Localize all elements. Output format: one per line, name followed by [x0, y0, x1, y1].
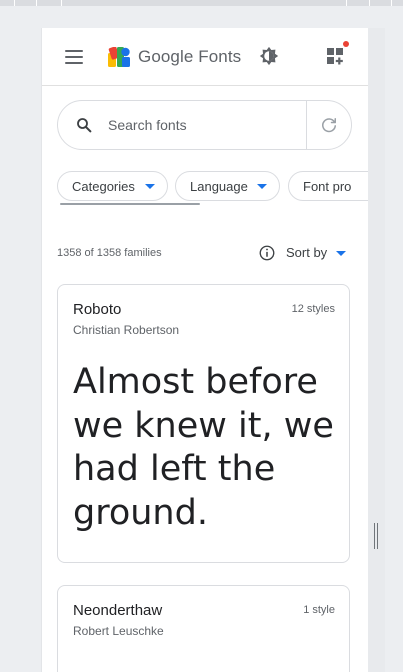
- filter-chips: Categories Language Font pro: [57, 171, 368, 203]
- chip-font-properties[interactable]: Font pro: [288, 171, 368, 201]
- search-input[interactable]: [108, 114, 288, 136]
- font-card[interactable]: Neonderthaw Robert Leuschke 1 style: [57, 585, 350, 672]
- refresh-icon[interactable]: [319, 115, 339, 135]
- font-card[interactable]: Roboto Christian Robertson 12 styles Alm…: [57, 284, 350, 563]
- strip-tick: [14, 0, 15, 6]
- strip-tick: [369, 0, 370, 6]
- font-styles-count: 1 style: [303, 604, 335, 616]
- brand-wordmark[interactable]: Google Fonts: [138, 47, 241, 67]
- search-divider: [306, 101, 307, 149]
- search-bar: [57, 100, 352, 150]
- chip-label: Language: [190, 179, 248, 194]
- font-styles-count: 12 styles: [291, 303, 335, 315]
- font-author: Robert Leuschke: [73, 624, 164, 638]
- strip-tick: [61, 0, 62, 6]
- results-count: 1358 of 1358 families: [57, 247, 162, 259]
- apps-grid-icon[interactable]: [324, 45, 348, 69]
- chip-categories[interactable]: Categories: [57, 171, 168, 201]
- page-viewport: Google Fonts Cate: [41, 28, 368, 672]
- font-name: Neonderthaw: [73, 602, 163, 619]
- strip-tick: [391, 0, 392, 6]
- info-icon[interactable]: [258, 244, 276, 262]
- resize-handle[interactable]: [373, 523, 379, 549]
- chevron-down-icon: [257, 184, 267, 189]
- font-sample-text: Almost before we knew it, we had left th…: [73, 362, 334, 533]
- strip-tick: [36, 0, 37, 6]
- brightness-icon[interactable]: [258, 45, 280, 67]
- strip-tick: [346, 0, 347, 6]
- font-author: Christian Robertson: [73, 323, 180, 337]
- chevron-down-icon[interactable]: [336, 251, 346, 256]
- google-fonts-logo-icon: [108, 47, 130, 67]
- hamburger-menu-icon[interactable]: [65, 50, 83, 64]
- brand-fonts: Fonts: [198, 47, 242, 66]
- viewport-gutter: [367, 28, 385, 672]
- search-icon[interactable]: [75, 116, 93, 134]
- chips-scrollbar[interactable]: [60, 203, 200, 205]
- chip-label: Categories: [72, 179, 135, 194]
- browser-top-strip: [0, 0, 403, 6]
- notification-dot: [343, 41, 349, 47]
- brand-google: Google: [138, 47, 194, 66]
- app-header: Google Fonts: [42, 28, 368, 86]
- font-name: Roboto: [73, 301, 122, 318]
- chip-label: Font pro: [303, 179, 352, 194]
- chip-language[interactable]: Language: [175, 171, 280, 201]
- chevron-down-icon: [145, 184, 155, 189]
- sort-by-button[interactable]: Sort by: [286, 245, 327, 260]
